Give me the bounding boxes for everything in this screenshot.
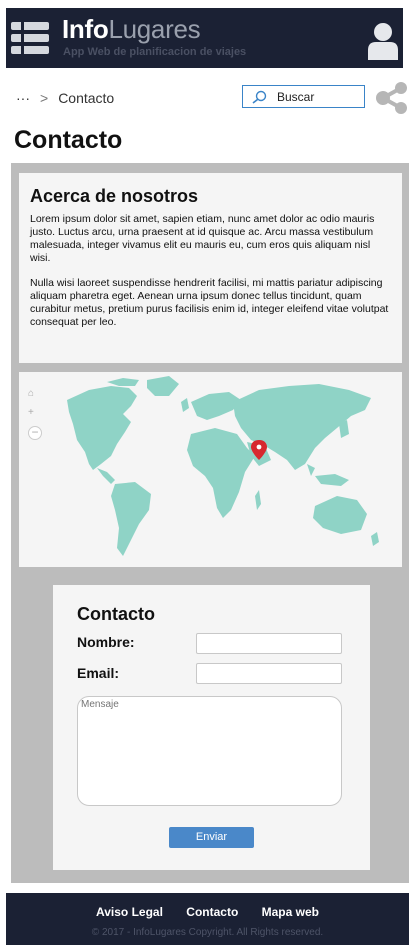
contact-form-title: Contacto bbox=[77, 604, 155, 624]
message-field[interactable] bbox=[77, 696, 342, 806]
about-paragraph-1: Lorem ipsum dolor sit amet, sapien etiam… bbox=[30, 213, 375, 264]
breadcrumb-separator: > bbox=[40, 90, 49, 106]
footer-links: Aviso Legal Contacto Mapa web bbox=[6, 905, 409, 919]
world-map-image bbox=[67, 376, 379, 556]
menu-icon[interactable] bbox=[11, 22, 49, 54]
breadcrumb-more[interactable]: ··· bbox=[16, 90, 30, 106]
breadcrumb: ··· > Contacto bbox=[16, 90, 114, 106]
app-header: InfoLugares App Web de planificacion de … bbox=[6, 8, 403, 68]
search-input[interactable]: Buscar bbox=[242, 85, 365, 108]
submit-button[interactable]: Enviar bbox=[169, 827, 254, 848]
copyright-text: © 2017 - InfoLugares Copyright. All Righ… bbox=[91, 927, 324, 938]
email-field[interactable] bbox=[196, 663, 342, 684]
user-icon[interactable] bbox=[368, 22, 398, 60]
search-label: Buscar bbox=[277, 90, 315, 104]
app-logo[interactable]: InfoLugares bbox=[62, 14, 201, 45]
contact-form: Contacto Nombre: Email: Enviar bbox=[53, 585, 370, 870]
about-title: Acerca de nosotros bbox=[30, 186, 199, 206]
name-field[interactable] bbox=[196, 633, 342, 654]
footer-link-mapa-web[interactable]: Mapa web bbox=[262, 905, 319, 919]
page-title: Contacto bbox=[14, 126, 123, 154]
app-tagline: App Web de planificacion de viajes bbox=[63, 46, 247, 58]
name-label: Nombre: bbox=[77, 634, 135, 650]
breadcrumb-current: Contacto bbox=[58, 90, 115, 106]
email-label: Email: bbox=[77, 665, 120, 681]
app-footer: Aviso Legal Contacto Mapa web © 2017 - I… bbox=[6, 893, 409, 945]
share-icon[interactable] bbox=[375, 82, 409, 114]
about-paragraph-2: Nulla wisi laoreet suspendisse hendrerit… bbox=[30, 277, 389, 328]
about-section: Acerca de nosotros Lorem ipsum dolor sit… bbox=[19, 173, 402, 363]
footer-link-aviso-legal[interactable]: Aviso Legal bbox=[96, 905, 163, 919]
world-map[interactable]: ⌂ + − bbox=[19, 372, 402, 567]
search-icon bbox=[252, 90, 267, 104]
footer-link-contacto[interactable]: Contacto bbox=[186, 905, 238, 919]
